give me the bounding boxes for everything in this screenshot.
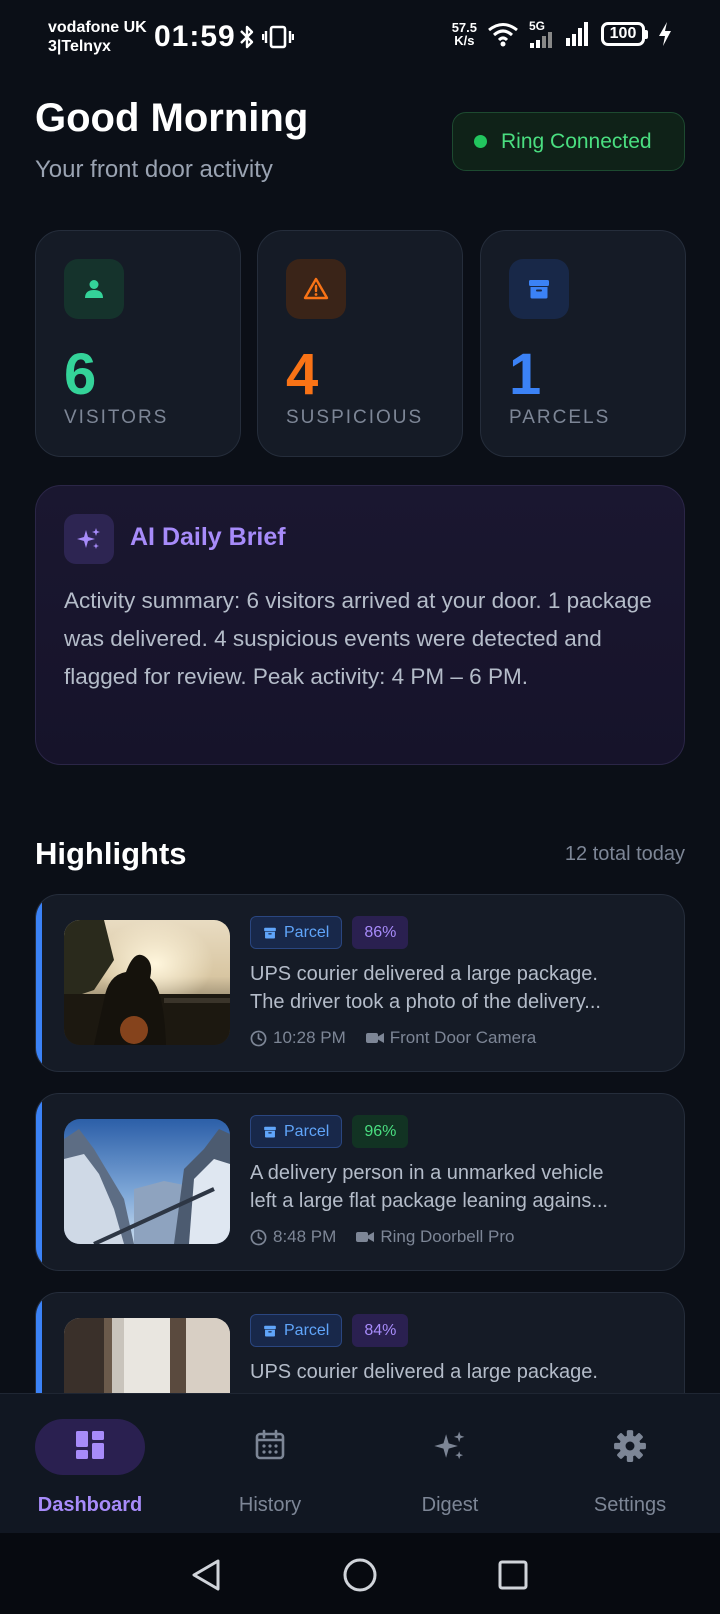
nav-label: Digest — [421, 1494, 479, 1516]
category-tag: Parcel — [250, 1115, 343, 1148]
visitors-label: VISITORS — [64, 407, 169, 428]
event-description: UPS courier delivered a large package. T… — [250, 963, 601, 1013]
recents-square-icon — [498, 1560, 528, 1590]
archive-box-icon — [264, 1126, 276, 1138]
highlight-card[interactable]: Parcel 86% UPS courier delivered a large… — [35, 894, 685, 1072]
greeting-subtitle: Your front door activity — [35, 156, 273, 183]
dashboard-icon — [76, 1431, 104, 1459]
brief-text: Activity summary: 6 visitors arrived at … — [64, 588, 652, 689]
event-thumbnail[interactable] — [64, 1119, 230, 1244]
event-time: 10:28 PM — [273, 1028, 346, 1047]
system-navigation-bar — [0, 1533, 720, 1614]
event-camera: Front Door Camera — [389, 1028, 537, 1047]
nav-item-dashboard[interactable]: Dashboard — [0, 1394, 180, 1534]
network-speed: 57.5 K/s — [451, 20, 477, 48]
person-icon — [85, 280, 103, 298]
calendar-icon — [255, 1429, 285, 1460]
parcels-count: 1 — [509, 342, 542, 407]
back-triangle-icon — [192, 1559, 220, 1591]
confidence-badge: 84% — [352, 1314, 409, 1347]
status-bar: vodafone UK 3|Telnyx 01:59 57.5 K/s 5G 1… — [0, 0, 720, 80]
status-dot-icon — [474, 135, 487, 148]
clock-icon — [250, 1030, 267, 1046]
event-time: 8:48 PM — [273, 1227, 337, 1246]
archive-box-icon — [264, 927, 276, 939]
video-camera-icon — [365, 1033, 384, 1043]
recents-button[interactable] — [493, 1555, 533, 1595]
nav-item-digest[interactable]: Digest — [360, 1394, 540, 1534]
connection-status-label: Ring Connected — [501, 129, 652, 153]
parcels-label: PARCELS — [509, 407, 611, 428]
category-tag: Parcel — [250, 1314, 343, 1347]
carrier-label: vodafone UK 3|Telnyx — [48, 19, 147, 55]
stat-card-suspicious[interactable]: 4 SUSPICIOUS — [257, 230, 463, 457]
gear-icon — [614, 1430, 646, 1462]
stat-card-visitors[interactable]: 6 VISITORS — [35, 230, 241, 457]
highlight-card[interactable]: Parcel 96% A delivery person in a unmark… — [35, 1093, 685, 1271]
suspicious-label: SUSPICIOUS — [286, 407, 424, 428]
confidence-badge: 86% — [352, 916, 409, 949]
charging-icon — [659, 22, 671, 46]
clock: 01:59 — [154, 20, 236, 53]
greeting-title: Good Morning — [35, 96, 309, 140]
sparkles-icon — [434, 1431, 465, 1460]
nav-item-history[interactable]: History — [180, 1394, 360, 1534]
ai-daily-brief-card[interactable]: AI Daily Brief Activity summary: 6 visit… — [35, 485, 685, 765]
event-description: UPS courier delivered a large package. — [250, 1361, 598, 1383]
card-accent-bar — [36, 1094, 42, 1270]
video-camera-icon — [356, 1232, 375, 1242]
warning-icon — [303, 277, 329, 300]
event-thumbnail[interactable] — [64, 920, 230, 1045]
back-button[interactable] — [186, 1555, 226, 1595]
archive-box-icon — [264, 1325, 276, 1337]
stat-card-parcels[interactable]: 1 PARCELS — [480, 230, 686, 457]
ring-connection-badge[interactable]: Ring Connected — [452, 112, 685, 171]
battery-indicator: 100 — [601, 22, 648, 46]
event-camera: Ring Doorbell Pro — [380, 1227, 515, 1246]
archive-box-icon — [529, 280, 549, 299]
sparkles-icon — [77, 528, 100, 549]
signal-icon-2 — [566, 22, 588, 46]
bluetooth-icon — [240, 25, 254, 49]
signal-icon — [530, 32, 552, 48]
nav-label: Dashboard — [37, 1494, 143, 1516]
nav-label: Settings — [593, 1494, 667, 1516]
highlights-title: Highlights — [35, 836, 187, 871]
home-circle-icon — [343, 1558, 377, 1592]
vibrate-icon — [262, 25, 294, 49]
bottom-navigation: Dashboard History Digest Settings — [0, 1393, 720, 1533]
confidence-badge: 96% — [352, 1115, 409, 1148]
nav-item-settings[interactable]: Settings — [540, 1394, 720, 1534]
wifi-icon — [488, 23, 518, 47]
nav-label: History — [238, 1494, 302, 1516]
event-description: A delivery person in a unmarked vehicle … — [250, 1162, 609, 1212]
visitors-count: 6 — [64, 342, 97, 407]
network-type: 5G — [529, 19, 546, 33]
clock-icon — [250, 1229, 267, 1245]
card-accent-bar — [36, 895, 42, 1071]
category-tag: Parcel — [250, 916, 343, 949]
home-button[interactable] — [340, 1555, 380, 1595]
suspicious-count: 4 — [286, 342, 319, 407]
brief-title: AI Daily Brief — [130, 523, 286, 551]
highlights-count: 12 total today — [564, 843, 685, 865]
